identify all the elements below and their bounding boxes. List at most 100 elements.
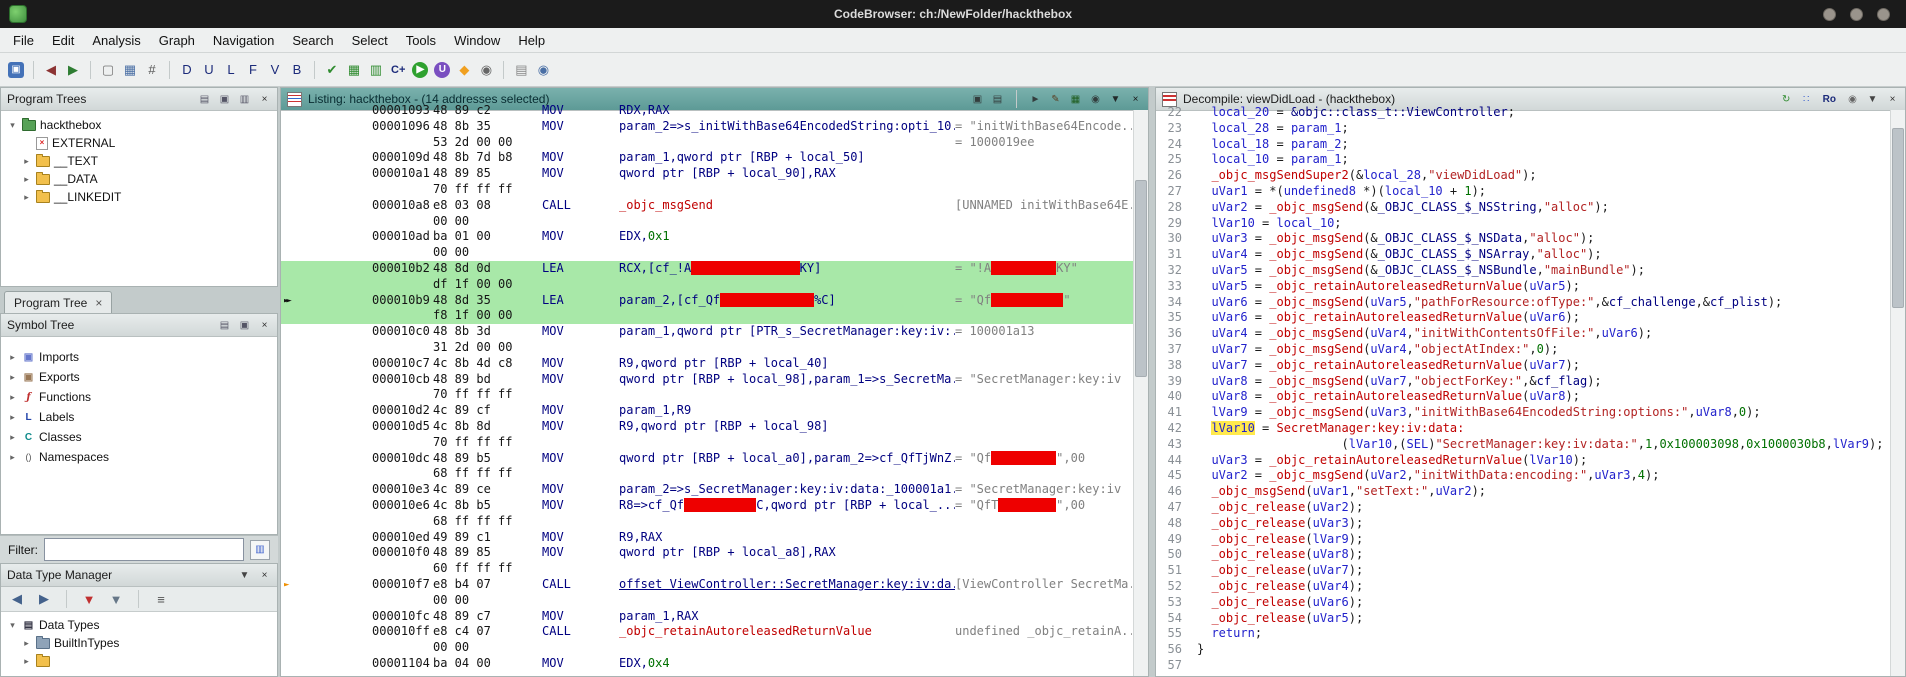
decompiler-line[interactable]: 54 _objc_release(uVar5); bbox=[1156, 611, 1891, 627]
listing-byte-row[interactable]: 70 ff ff ff bbox=[281, 387, 1134, 403]
expander-icon[interactable]: ▸ bbox=[7, 432, 18, 443]
listing-row[interactable]: ►►000010b948 8d 35LEAparam_2,[cf_Qf %C]=… bbox=[281, 293, 1134, 309]
filter-edit-icon[interactable]: ▼ bbox=[79, 589, 99, 609]
listing-row[interactable]: 000010a148 89 85MOVqword ptr [RBP + loca… bbox=[281, 166, 1134, 182]
tree-item-labels[interactable]: ▸LLabels bbox=[1, 407, 277, 427]
menu-analysis[interactable]: Analysis bbox=[83, 30, 149, 51]
tree-item-builtintypes[interactable]: ▸BuiltInTypes bbox=[1, 634, 277, 652]
decompiler-line[interactable]: 42 lVar10 = SecretManager:key:iv:data: bbox=[1156, 421, 1891, 437]
nav-back-icon[interactable]: ◀ bbox=[41, 60, 61, 80]
class-wizard-icon[interactable]: C+ bbox=[388, 60, 408, 80]
decompiler-line[interactable]: 37 uVar7 = _objc_msgSend(uVar4,"objectAt… bbox=[1156, 342, 1891, 358]
listing-row[interactable]: 000010c74c 8b 4d c8MOVR9,qword ptr [RBP … bbox=[281, 356, 1134, 372]
tree-item-imports[interactable]: ▸▣Imports bbox=[1, 347, 277, 367]
clear-code-icon[interactable]: ▢ bbox=[98, 60, 118, 80]
decompiler-line[interactable]: 34 uVar6 = _objc_msgSend(uVar5,"pathForR… bbox=[1156, 295, 1891, 311]
close-button[interactable] bbox=[1877, 8, 1890, 21]
expander-icon[interactable]: ▸ bbox=[21, 638, 32, 649]
close-icon[interactable]: × bbox=[1886, 93, 1899, 106]
listing-row[interactable]: 000010cb48 89 bdMOVqword ptr [RBP + loca… bbox=[281, 372, 1134, 388]
undefined-icon[interactable]: U bbox=[434, 62, 450, 78]
menu-arrow-icon[interactable]: ▼ bbox=[1866, 93, 1879, 106]
snapshot-icon[interactable]: ◉ bbox=[1846, 93, 1859, 106]
listing-row[interactable]: 000010d54c 8b 8dMOVR9,qword ptr [RBP + l… bbox=[281, 419, 1134, 435]
tree-item-data-types[interactable]: ▾▤Data Types bbox=[1, 616, 277, 634]
decompiler-line[interactable]: 31 uVar4 = _objc_msgSend(&_OBJC_CLASS_$_… bbox=[1156, 247, 1891, 263]
decompiler-line[interactable]: 53 _objc_release(uVar6); bbox=[1156, 595, 1891, 611]
decompiler-line[interactable]: 23 local_28 = param_1; bbox=[1156, 121, 1891, 137]
expander-icon[interactable]: ▸ bbox=[21, 156, 32, 167]
decompiler-line[interactable]: 50 _objc_release(uVar8); bbox=[1156, 547, 1891, 563]
tree-item-namespaces[interactable]: ▸()Namespaces bbox=[1, 447, 277, 467]
open-folder-icon[interactable]: ▣ bbox=[218, 93, 231, 106]
tree-item-exports[interactable]: ▸▣Exports bbox=[1, 367, 277, 387]
expander-icon[interactable]: ▸ bbox=[21, 192, 32, 203]
listing-row[interactable]: 0000109d48 8b 7d b8MOVparam_1,qword ptr … bbox=[281, 150, 1134, 166]
decompiler-line[interactable]: 33 uVar5 = _objc_retainAutoreleasedRetur… bbox=[1156, 279, 1891, 295]
snapshot-icon[interactable]: ◉ bbox=[476, 60, 496, 80]
letter-f-icon[interactable]: F bbox=[243, 60, 263, 80]
expander-icon[interactable]: ▾ bbox=[7, 120, 18, 131]
filter-columns-icon[interactable]: ▥ bbox=[250, 540, 270, 560]
dock-icon[interactable]: ▤ bbox=[218, 319, 231, 332]
listing-byte-row[interactable]: 00 00 bbox=[281, 593, 1134, 609]
listing-row[interactable]: 000010e64c 8b b5MOVR8=>cf_Qf C,qword ptr… bbox=[281, 498, 1134, 514]
scrollbar-thumb[interactable] bbox=[1892, 128, 1904, 308]
filter-input[interactable] bbox=[44, 538, 244, 561]
bytes-icon[interactable]: # bbox=[142, 60, 162, 80]
expander-icon[interactable]: ▸ bbox=[21, 656, 32, 667]
decompiler-line[interactable]: 30 uVar3 = _objc_msgSend(&_OBJC_CLASS_$_… bbox=[1156, 231, 1891, 247]
close-icon[interactable]: × bbox=[258, 569, 271, 582]
tree-item-external[interactable]: ×EXTERNAL bbox=[1, 134, 277, 152]
tree-item-text[interactable]: ▸__TEXT bbox=[1, 152, 277, 170]
diamond-icon[interactable]: ◆ bbox=[454, 60, 474, 80]
menu-edit[interactable]: Edit bbox=[43, 30, 83, 51]
listing-byte-row[interactable]: 31 2d 00 00 bbox=[281, 340, 1134, 356]
tree-item-classes[interactable]: ▸CClasses bbox=[1, 427, 277, 447]
expander-icon[interactable]: ▸ bbox=[7, 392, 18, 403]
listing-byte-row[interactable]: 70 ff ff ff bbox=[281, 182, 1134, 198]
tree-item-linkedit[interactable]: ▸__LINKEDIT bbox=[1, 188, 277, 206]
listing-byte-row[interactable]: 68 ff ff ff bbox=[281, 466, 1134, 482]
close-icon[interactable]: × bbox=[258, 319, 271, 332]
decompiler-line[interactable]: 46 _objc_msgSend(uVar1,"setText:",uVar2)… bbox=[1156, 484, 1891, 500]
decompiler-line[interactable]: 25 local_10 = param_1; bbox=[1156, 152, 1891, 168]
save-icon[interactable]: ▣ bbox=[8, 62, 24, 78]
memory-map-icon[interactable]: ▦ bbox=[120, 60, 140, 80]
listing-row[interactable]: 000010c048 8b 3dMOVparam_1,qword ptr [PT… bbox=[281, 324, 1134, 340]
listing-byte-row[interactable]: 53 2d 00 00= 1000019ee bbox=[281, 135, 1134, 151]
table-icon[interactable]: ▦ bbox=[344, 60, 364, 80]
program-trees-header[interactable]: Program Trees ▤▣▥× bbox=[1, 88, 277, 111]
decompiler-line[interactable]: 41 lVar9 = _objc_msgSend(uVar3,"initWith… bbox=[1156, 405, 1891, 421]
menu-tools[interactable]: Tools bbox=[397, 30, 445, 51]
menu-search[interactable]: Search bbox=[283, 30, 342, 51]
minimize-button[interactable] bbox=[1823, 8, 1836, 21]
decompiler-line[interactable]: 52 _objc_release(uVar4); bbox=[1156, 579, 1891, 595]
listing-byte-row[interactable]: 00 00 bbox=[281, 245, 1134, 261]
listing-byte-row[interactable]: df 1f 00 00 bbox=[281, 277, 1134, 293]
expander-icon[interactable]: ▸ bbox=[7, 452, 18, 463]
refresh-icon[interactable]: ↻ bbox=[1780, 93, 1793, 106]
tab-close-icon[interactable]: × bbox=[95, 296, 102, 310]
filter-icon[interactable]: ▼ bbox=[106, 589, 126, 609]
letter-u-icon[interactable]: U bbox=[199, 60, 219, 80]
decompiler-line[interactable]: 49 _objc_release(lVar9); bbox=[1156, 532, 1891, 548]
film-icon[interactable]: ▤ bbox=[511, 60, 531, 80]
letter-l-icon[interactable]: L bbox=[221, 60, 241, 80]
letter-b-icon[interactable]: B bbox=[287, 60, 307, 80]
menu-select[interactable]: Select bbox=[343, 30, 397, 51]
expander-icon[interactable]: ▸ bbox=[21, 174, 32, 185]
menu-graph[interactable]: Graph bbox=[150, 30, 204, 51]
run-script-icon[interactable]: ▶ bbox=[412, 62, 428, 78]
program-tree-tab[interactable]: Program Tree × bbox=[4, 291, 112, 313]
decompiler-line[interactable]: 28 uVar2 = _objc_msgSend(&_OBJC_CLASS_$_… bbox=[1156, 200, 1891, 216]
decompiler-line[interactable]: 39 uVar8 = _objc_msgSend(uVar7,"objectFo… bbox=[1156, 374, 1891, 390]
decompiler-line[interactable]: 47 _objc_release(uVar2); bbox=[1156, 500, 1891, 516]
listing-row[interactable]: 000010dc48 89 b5MOVqword ptr [RBP + loca… bbox=[281, 451, 1134, 467]
listing-row[interactable]: 000010ed49 89 c1MOVR9,RAX bbox=[281, 530, 1134, 546]
decompiler-line[interactable]: 22 local_20 = &objc::class_t::ViewContro… bbox=[1156, 105, 1891, 121]
menu-help[interactable]: Help bbox=[509, 30, 554, 51]
listing-byte-row[interactable]: 00 00 bbox=[281, 640, 1134, 656]
listing-view[interactable]: 0000109348 89 c2MOVRDX,RAX0000109648 8b … bbox=[281, 103, 1134, 669]
tree-item-functions[interactable]: ▸ƒFunctions bbox=[1, 387, 277, 407]
